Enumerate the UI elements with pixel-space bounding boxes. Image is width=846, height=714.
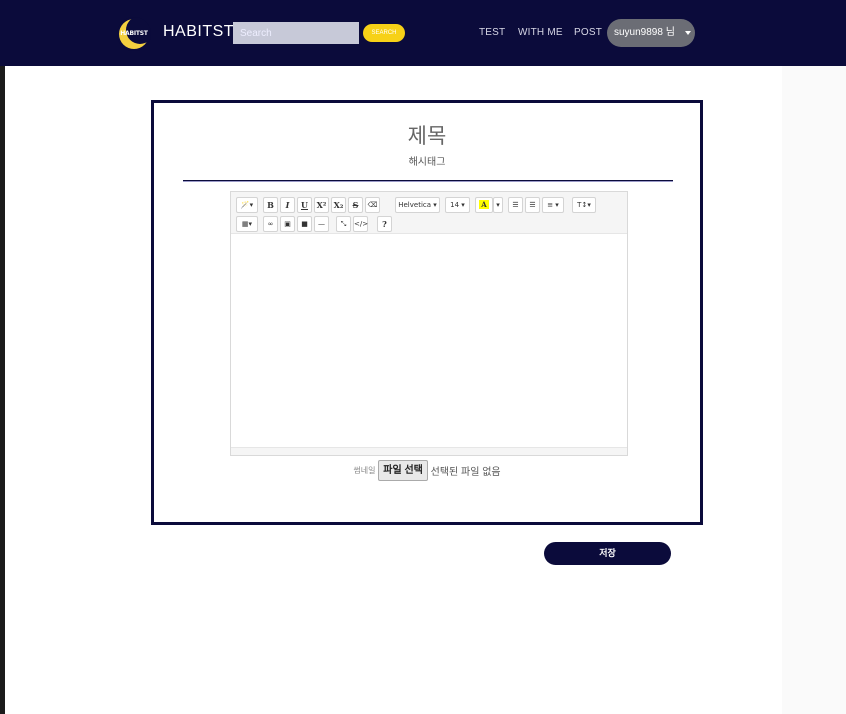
codeview-icon[interactable]: </>	[353, 216, 368, 232]
user-name: suyun9898 님	[614, 27, 675, 38]
save-button[interactable]: 저장	[544, 542, 671, 565]
picture-icon[interactable]: ▣	[280, 216, 295, 232]
nav-link-test[interactable]: TEST	[479, 27, 505, 38]
search-input[interactable]	[233, 22, 359, 44]
rich-text-editor: 🪄▾ B I U X² X₂ S ⌫ Helvetica ▾ 14 ▾ A ▾ …	[230, 191, 628, 456]
strikethrough-button[interactable]: S	[348, 197, 363, 213]
unordered-list-icon[interactable]: ☰	[508, 197, 523, 213]
fullscreen-icon[interactable]: ⤡	[336, 216, 351, 232]
search-button[interactable]: SEARCH	[363, 24, 405, 42]
table-dropdown[interactable]: ▦▾	[236, 216, 258, 232]
subscript-button[interactable]: X₂	[331, 197, 346, 213]
magic-style-button[interactable]: 🪄▾	[236, 197, 258, 213]
ordered-list-icon[interactable]: ☰	[525, 197, 540, 213]
page-right-gutter	[782, 66, 846, 714]
horizontal-rule-icon[interactable]: —	[314, 216, 329, 232]
color-dropdown-caret[interactable]: ▾	[493, 197, 503, 213]
user-menu-dropdown[interactable]: suyun9898 님	[607, 19, 695, 47]
help-icon[interactable]: ?	[377, 216, 392, 232]
page-left-border	[0, 0, 5, 714]
editor-toolbar: 🪄▾ B I U X² X₂ S ⌫ Helvetica ▾ 14 ▾ A ▾ …	[231, 192, 627, 234]
font-family-dropdown[interactable]: Helvetica ▾	[395, 197, 440, 213]
video-icon[interactable]: ■	[297, 216, 312, 232]
thumbnail-file-row: 썸네일 파일 선택 선택된 파일 없음	[154, 460, 700, 482]
italic-button[interactable]: I	[280, 197, 295, 213]
logo-text: HABITST	[120, 30, 148, 37]
underline-button[interactable]: U	[297, 197, 312, 213]
superscript-button[interactable]: X²	[314, 197, 329, 213]
bold-button[interactable]: B	[263, 197, 278, 213]
nav-link-post[interactable]: POST	[574, 27, 602, 38]
editor-content-area[interactable]	[231, 235, 627, 447]
text-color-button[interactable]: A	[475, 197, 493, 213]
choose-file-button[interactable]: 파일 선택	[378, 460, 428, 481]
thumbnail-label: 썸네일	[353, 466, 376, 475]
caret-down-icon	[685, 31, 691, 35]
hashtag-input[interactable]: 해시태그	[154, 153, 700, 168]
post-title-input[interactable]: 제목	[154, 120, 700, 150]
file-status-text: 선택된 파일 없음	[430, 467, 501, 478]
nav-link-with-me[interactable]: WITH ME	[518, 27, 563, 38]
editor-resize-bar[interactable]	[231, 447, 627, 455]
brand-name[interactable]: HABITST	[163, 23, 234, 41]
font-size-dropdown[interactable]: 14 ▾	[445, 197, 470, 213]
paragraph-align-dropdown[interactable]: ≡ ▾	[542, 197, 564, 213]
title-divider	[183, 180, 673, 182]
post-form-card: 제목 해시태그 🪄▾ B I U X² X₂ S ⌫ Helvetica ▾ 1…	[151, 100, 703, 525]
habitst-logo[interactable]: HABITST	[117, 17, 151, 51]
link-icon[interactable]: ∞	[263, 216, 278, 232]
line-height-dropdown[interactable]: T↕▾	[572, 197, 596, 213]
top-navbar: HABITST HABITST SEARCH TEST WITH ME POST…	[0, 0, 846, 66]
color-a-icon: A	[479, 200, 489, 209]
eraser-icon[interactable]: ⌫	[365, 197, 380, 213]
